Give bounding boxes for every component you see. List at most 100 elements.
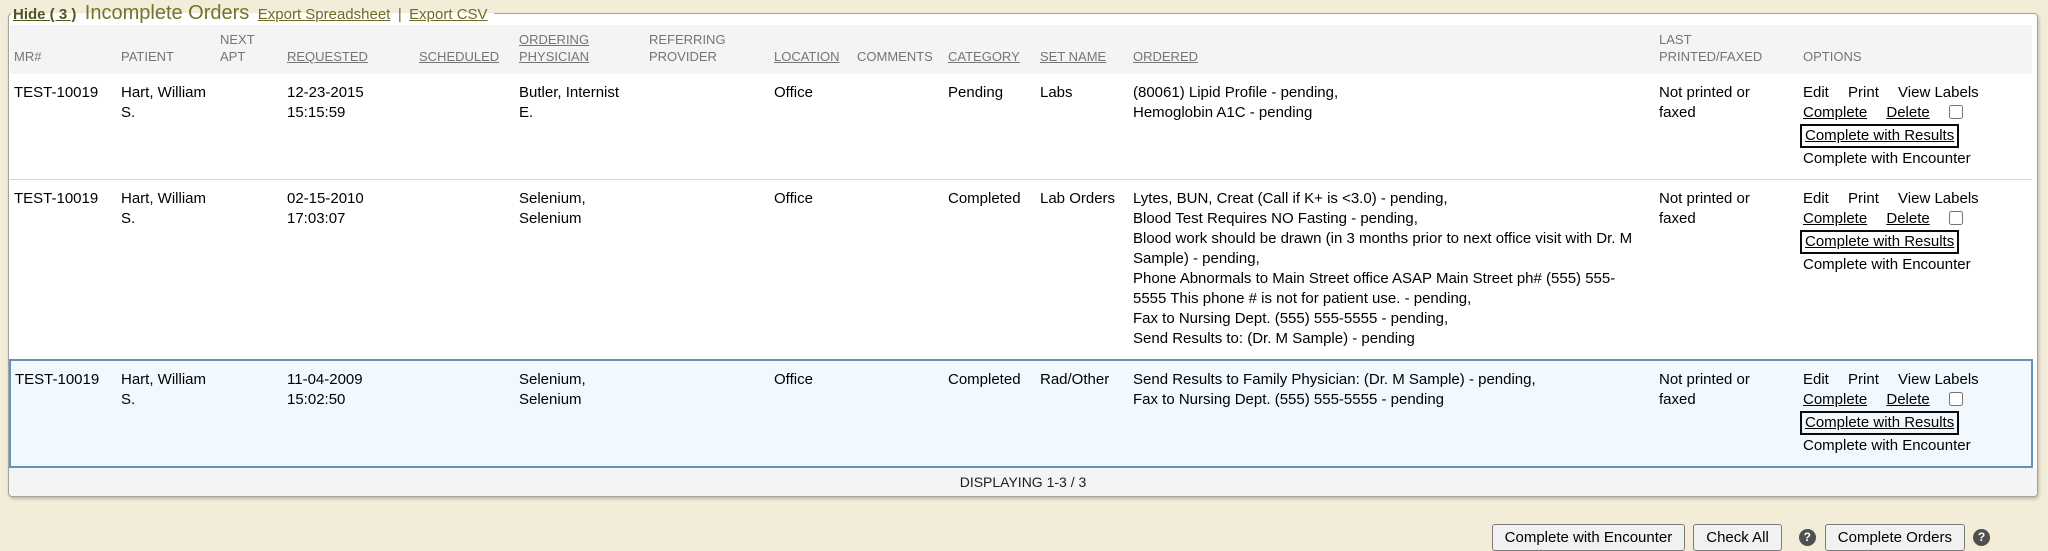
cell-category: Pending (944, 74, 1036, 180)
complete-with-encounter-link[interactable]: Complete with Encounter (1803, 437, 1971, 454)
sort-ordering-physician-link[interactable]: ORDERING PHYSICIAN (519, 32, 589, 64)
panel-legend: Hide ( 3 ) Incomplete Orders Export Spre… (11, 2, 494, 25)
cell-location: Office (770, 74, 853, 180)
cell-set-name: Lab Orders (1036, 180, 1129, 361)
complete-with-results-link[interactable]: Complete with Results (1800, 124, 1959, 148)
incomplete-orders-panel: Hide ( 3 ) Incomplete Orders Export Spre… (8, 2, 2038, 497)
cell-comments (853, 74, 944, 180)
sort-scheduled-link[interactable]: SCHEDULED (419, 49, 499, 64)
order-row: TEST-10019 Hart, William S. 02-15-2010 1… (10, 180, 2032, 361)
bottom-actions: Complete with Encounter Check All ? Comp… (0, 524, 2048, 551)
help-icon[interactable]: ? (1799, 529, 1816, 546)
order-row-selected: TEST-10019 Hart, William S. 11-04-2009 1… (10, 360, 2032, 467)
complete-with-encounter-link[interactable]: Complete with Encounter (1803, 150, 1971, 167)
sort-category-link[interactable]: CATEGORY (948, 49, 1020, 64)
cell-requested: 02-15-2010 17:03:07 (283, 180, 415, 361)
cell-last-printed: Not printed or faxed (1655, 360, 1799, 467)
cell-referring-provider (645, 74, 770, 180)
cell-options: Edit Print View Labels Complete Delete C… (1799, 360, 2032, 467)
header-options: OPTIONS (1799, 25, 2032, 74)
print-link[interactable]: Print (1848, 84, 1879, 101)
cell-next-apt (216, 74, 283, 180)
cell-mr: TEST-10019 (10, 360, 117, 467)
header-mr: MR# (10, 25, 117, 74)
header-next-apt: NEXT APT (216, 25, 283, 74)
header-referring-provider: REFERRING PROVIDER (645, 25, 770, 74)
view-labels-link[interactable]: View Labels (1898, 371, 1979, 388)
complete-link[interactable]: Complete (1803, 210, 1867, 227)
cell-mr: TEST-10019 (10, 74, 117, 180)
cell-ordering-physician: Selenium, Selenium (515, 180, 645, 361)
cell-ordering-physician: Selenium, Selenium (515, 360, 645, 467)
print-link[interactable]: Print (1848, 371, 1879, 388)
cell-ordering-physician: Butler, Internist E. (515, 74, 645, 180)
cell-location: Office (770, 180, 853, 361)
panel-title: Incomplete Orders (85, 2, 250, 24)
header-ordered: ORDERED (1129, 25, 1655, 74)
complete-with-encounter-button[interactable]: Complete with Encounter (1492, 524, 1686, 551)
cell-patient: Hart, William S. (117, 360, 216, 467)
export-spreadsheet-link[interactable]: Export Spreadsheet (258, 6, 391, 23)
cell-last-printed: Not printed or faxed (1655, 74, 1799, 180)
edit-link[interactable]: Edit (1803, 84, 1829, 101)
cell-mr: TEST-10019 (10, 180, 117, 361)
order-row: TEST-10019 Hart, William S. 12-23-2015 1… (10, 74, 2032, 180)
cell-options: Edit Print View Labels Complete Delete C… (1799, 74, 2032, 180)
export-separator: | (398, 6, 402, 23)
cell-category: Completed (944, 360, 1036, 467)
cell-ordered: (80061) Lipid Profile - pending, Hemoglo… (1129, 74, 1655, 180)
order-checkbox[interactable] (1949, 392, 1963, 406)
view-labels-link[interactable]: View Labels (1898, 190, 1979, 207)
sort-location-link[interactable]: LOCATION (774, 49, 840, 64)
cell-comments (853, 180, 944, 361)
header-category: CATEGORY (944, 25, 1036, 74)
complete-with-results-link[interactable]: Complete with Results (1800, 411, 1959, 435)
complete-link[interactable]: Complete (1803, 391, 1867, 408)
print-link[interactable]: Print (1848, 190, 1879, 207)
header-patient: PATIENT (117, 25, 216, 74)
cell-scheduled (415, 180, 515, 361)
complete-with-results-link[interactable]: Complete with Results (1800, 230, 1959, 254)
complete-orders-button[interactable]: Complete Orders (1825, 524, 1965, 551)
header-comments: COMMENTS (853, 25, 944, 74)
header-ordering-physician: ORDERING PHYSICIAN (515, 25, 645, 74)
check-all-button[interactable]: Check All (1693, 524, 1782, 551)
view-labels-link[interactable]: View Labels (1898, 84, 1979, 101)
delete-link[interactable]: Delete (1886, 104, 1929, 121)
cell-last-printed: Not printed or faxed (1655, 180, 1799, 361)
header-last-printed-faxed: LAST PRINTED/FAXED (1655, 25, 1799, 74)
header-row: MR# PATIENT NEXT APT REQUESTED SCHEDULED… (10, 25, 2032, 74)
header-requested: REQUESTED (283, 25, 415, 74)
cell-patient: Hart, William S. (117, 180, 216, 361)
hide-link[interactable]: Hide ( 3 ) (13, 6, 76, 23)
cell-referring-provider (645, 180, 770, 361)
cell-set-name: Labs (1036, 74, 1129, 180)
complete-link[interactable]: Complete (1803, 104, 1867, 121)
cell-scheduled (415, 360, 515, 467)
cell-requested: 11-04-2009 15:02:50 (283, 360, 415, 467)
cell-ordered: Send Results to Family Physician: (Dr. M… (1129, 360, 1655, 467)
cell-comments (853, 360, 944, 467)
complete-with-encounter-link[interactable]: Complete with Encounter (1803, 256, 1971, 273)
cell-next-apt (216, 180, 283, 361)
sort-ordered-link[interactable]: ORDERED (1133, 49, 1198, 64)
help-icon[interactable]: ? (1973, 529, 1990, 546)
sort-set-name-link[interactable]: SET NAME (1040, 49, 1106, 64)
cell-ordered: Lytes, BUN, Creat (Call if K+ is <3.0) -… (1129, 180, 1655, 361)
delete-link[interactable]: Delete (1886, 391, 1929, 408)
cell-location: Office (770, 360, 853, 467)
edit-link[interactable]: Edit (1803, 371, 1829, 388)
delete-link[interactable]: Delete (1886, 210, 1929, 227)
cell-set-name: Rad/Other (1036, 360, 1129, 467)
export-csv-link[interactable]: Export CSV (409, 6, 487, 23)
sort-requested-link[interactable]: REQUESTED (287, 49, 368, 64)
header-set-name: SET NAME (1036, 25, 1129, 74)
edit-link[interactable]: Edit (1803, 190, 1829, 207)
order-checkbox[interactable] (1949, 211, 1963, 225)
cell-referring-provider (645, 360, 770, 467)
order-checkbox[interactable] (1949, 105, 1963, 119)
paging-status: DISPLAYING 1-3 / 3 (9, 468, 2037, 496)
cell-scheduled (415, 74, 515, 180)
orders-table: MR# PATIENT NEXT APT REQUESTED SCHEDULED… (9, 25, 2033, 468)
cell-category: Completed (944, 180, 1036, 361)
